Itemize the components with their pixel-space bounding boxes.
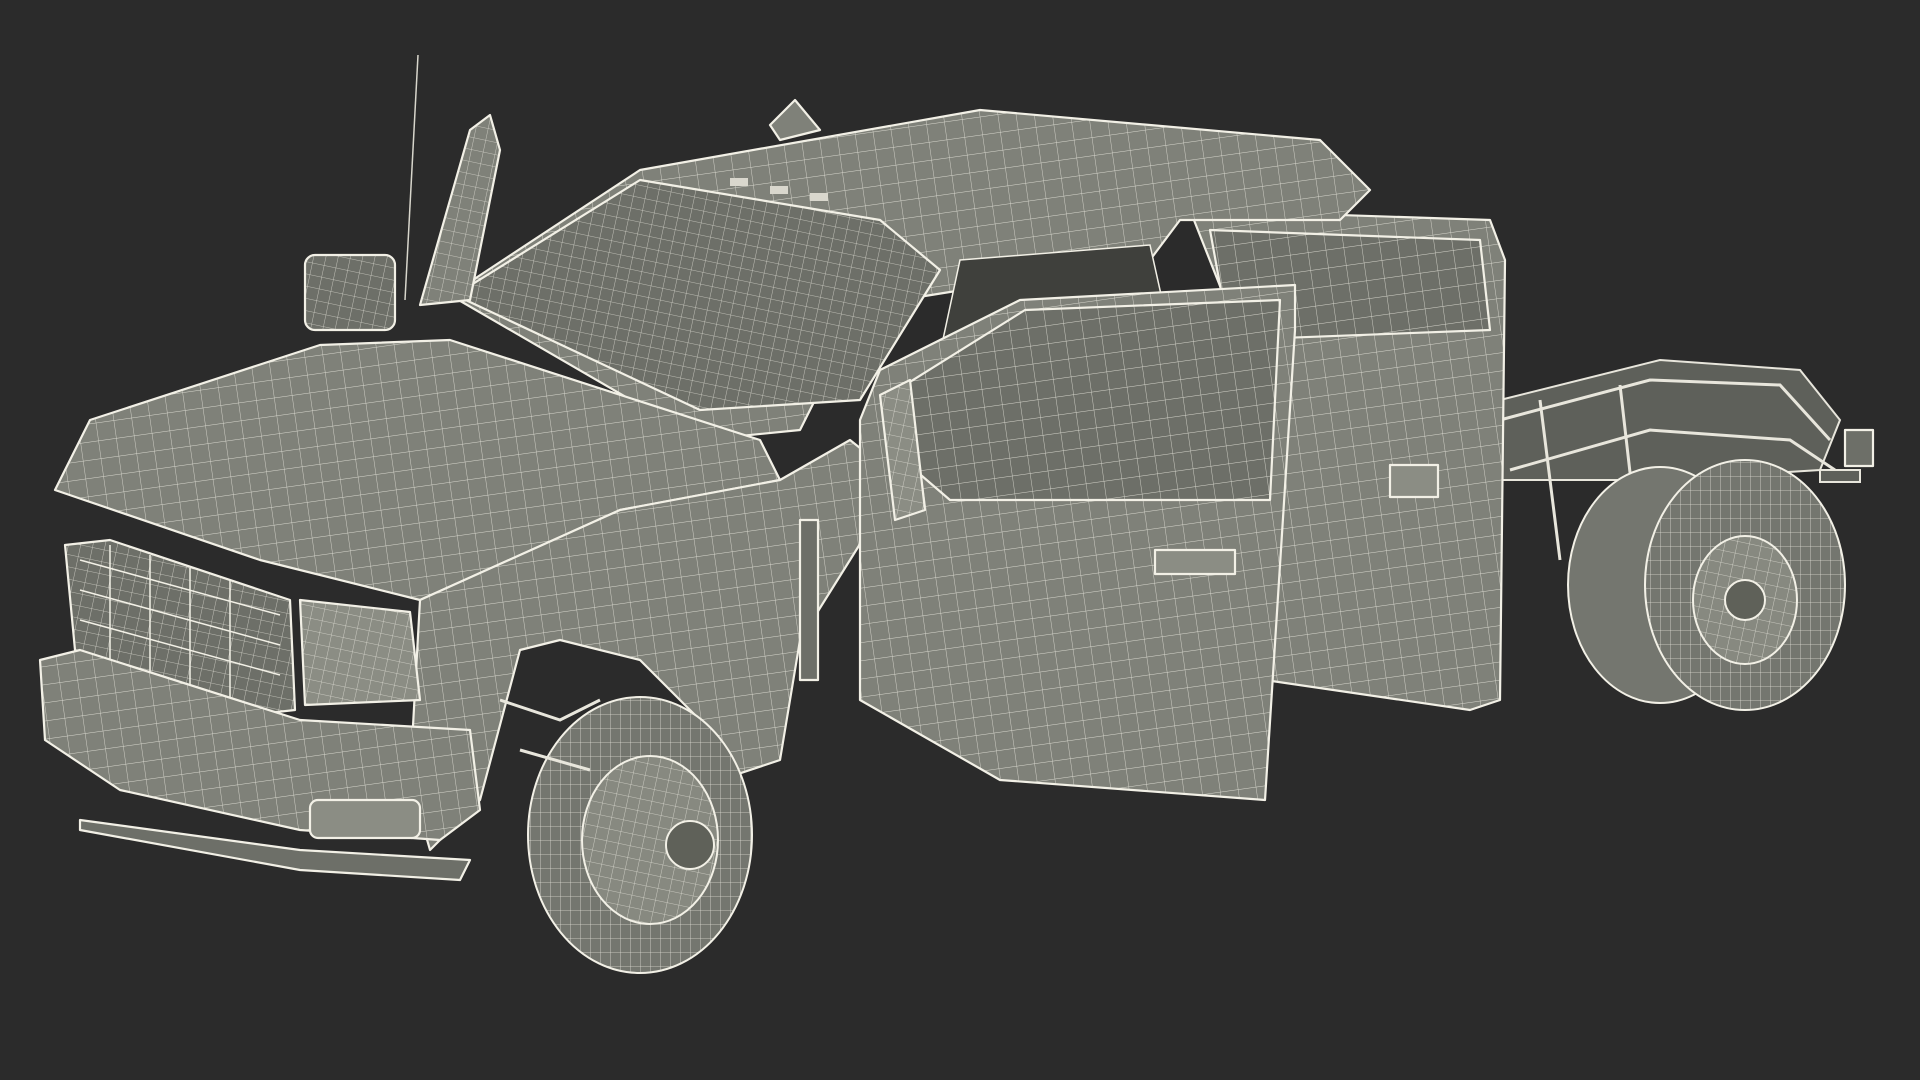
roof-marker-light (810, 193, 828, 201)
truck-wireframe-render (38, 54, 1875, 974)
antenna (404, 54, 419, 301)
side-mirror-right (768, 98, 822, 142)
roof-marker-light (770, 186, 788, 194)
render-viewport (0, 0, 1920, 1080)
roof-marker-light (730, 178, 748, 186)
rear-hub (1724, 579, 1766, 621)
headlight (298, 598, 422, 707)
front-wheel (527, 696, 753, 974)
front-door (858, 283, 1297, 802)
rear-door-handle (1388, 463, 1440, 499)
rear-light (1843, 428, 1875, 468)
a-pillar-trim (798, 518, 820, 682)
front-door-handle (1153, 548, 1237, 576)
rear-wheel (1567, 459, 1846, 711)
side-mirror-left (303, 113, 502, 332)
fog-light (308, 798, 422, 840)
front-hub (665, 820, 715, 870)
